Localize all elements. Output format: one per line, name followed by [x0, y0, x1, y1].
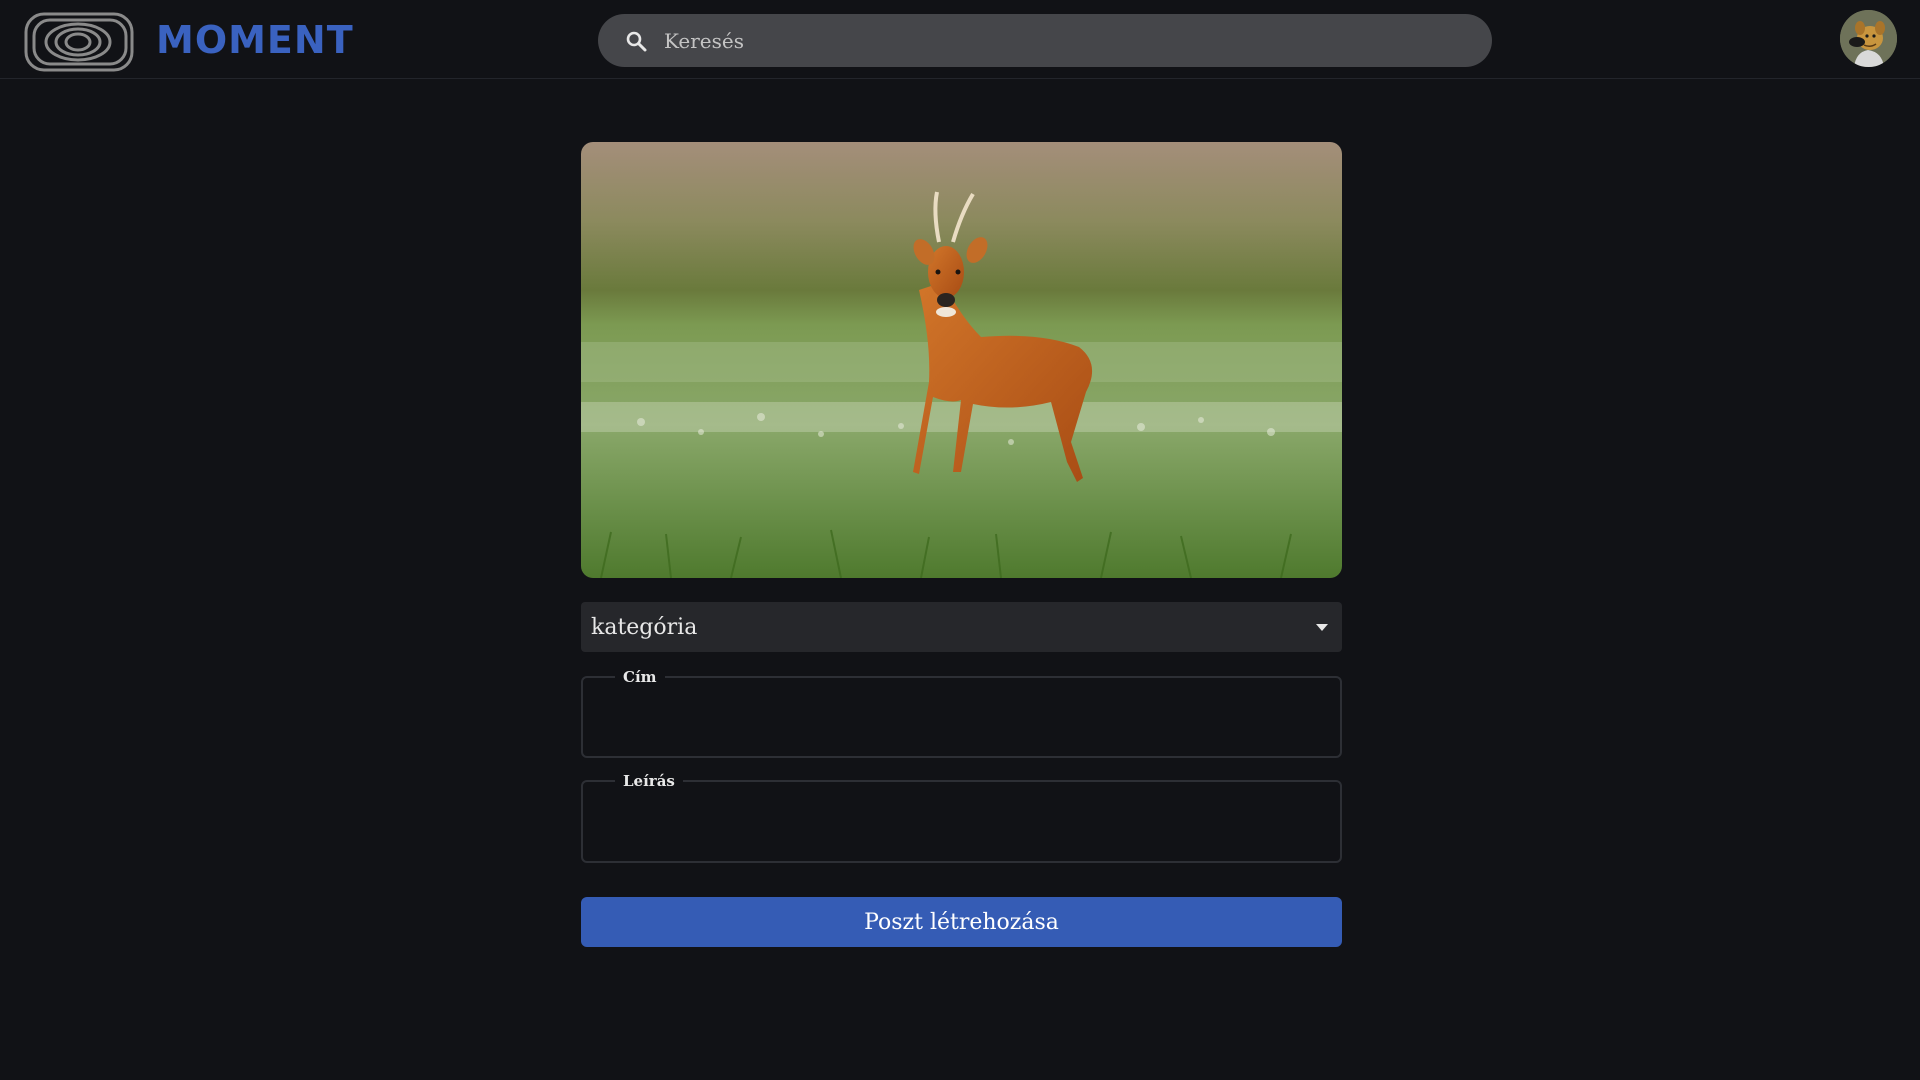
logo-icon[interactable] — [24, 10, 136, 74]
avatar[interactable] — [1840, 10, 1897, 67]
cartoon-dog-avatar-icon — [1840, 10, 1897, 67]
description-field-label: Leírás — [623, 772, 675, 790]
description-input[interactable] — [599, 790, 1324, 854]
search-icon — [626, 31, 647, 51]
category-select-value: kategória — [591, 614, 698, 640]
description-field[interactable]: Leírás — [581, 772, 1342, 863]
create-post-button[interactable]: Poszt létrehozása — [581, 897, 1342, 947]
post-image-preview[interactable] — [581, 142, 1342, 578]
caret-down-icon — [1316, 624, 1328, 631]
title-input[interactable] — [599, 686, 1324, 748]
title-field-label: Cím — [623, 668, 657, 686]
search-input[interactable] — [664, 14, 1492, 67]
brand-name[interactable]: MOMENT — [156, 14, 354, 66]
search-bar[interactable] — [598, 14, 1492, 67]
create-post-form: kategória Cím Leírás Poszt létrehozása — [581, 142, 1342, 947]
deer-photo — [581, 142, 1342, 578]
top-bar: MOMENT — [0, 0, 1920, 79]
title-field[interactable]: Cím — [581, 668, 1342, 758]
category-select[interactable]: kategória — [581, 602, 1342, 652]
